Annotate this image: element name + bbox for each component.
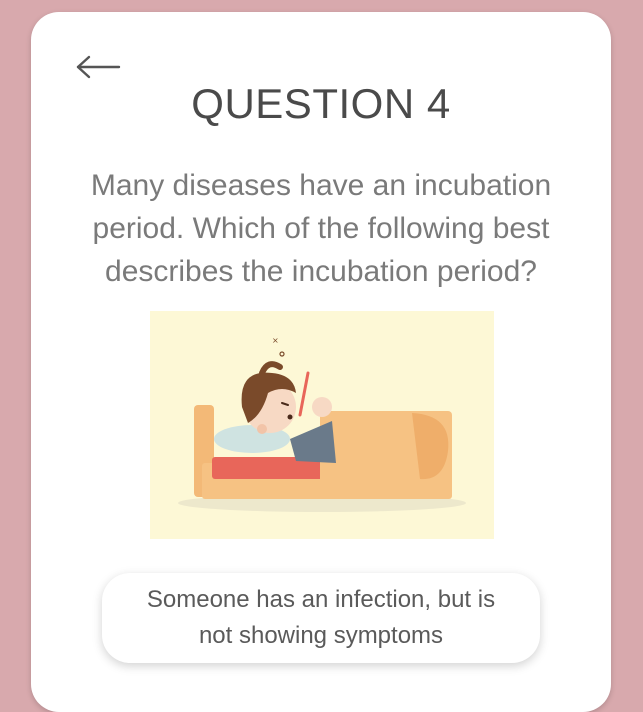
answer-label: Someone has an infection, but is not sho… bbox=[146, 586, 496, 649]
svg-text:×: × bbox=[272, 336, 279, 345]
question-card: QUESTION 4 Many diseases have an incubat… bbox=[31, 12, 611, 712]
question-text: Many diseases have an incubation period.… bbox=[90, 169, 552, 288]
sick-person-in-bed-illustration: × bbox=[178, 336, 466, 512]
sick-person-illustration: × bbox=[150, 311, 494, 539]
arrow-left-icon bbox=[76, 55, 121, 79]
back-button[interactable] bbox=[75, 54, 121, 80]
page-title: QUESTION 4 bbox=[191, 80, 451, 127]
answer-option-1[interactable]: Someone has an infection, but is not sho… bbox=[102, 573, 540, 663]
